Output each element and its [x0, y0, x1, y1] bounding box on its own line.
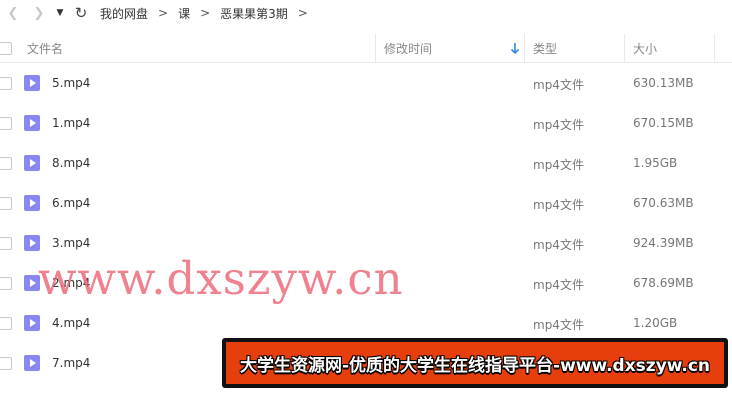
file-type: mp4文件 [533, 278, 584, 292]
row-checkbox[interactable] [0, 317, 12, 330]
column-header-modified[interactable]: 修改时间 [375, 34, 524, 62]
breadcrumb-item-course[interactable]: 课 [178, 5, 190, 22]
column-header-type[interactable]: 类型 [524, 34, 625, 62]
file-list: 5.mp4 mp4文件 630.13MB 1.mp4 mp4文件 670.15MB 8.mp… [0, 63, 732, 383]
chevron-left-icon[interactable]: ❮ [0, 0, 26, 26]
row-checkbox[interactable] [0, 117, 12, 130]
breadcrumb-separator: > [297, 6, 308, 20]
file-type: mp4文件 [533, 198, 584, 212]
breadcrumb-item-my-disk[interactable]: 我的网盘 [100, 5, 148, 22]
file-size: 670.63MB [633, 196, 694, 210]
file-size: 1.95GB [633, 156, 678, 170]
file-type: mp4文件 [533, 238, 584, 252]
breadcrumb: 我的网盘 > 课 > 恶果果第3期 > [100, 5, 318, 22]
file-name[interactable]: 7.mp4 [52, 356, 90, 370]
row-checkbox[interactable] [0, 197, 12, 210]
breadcrumb-item-current-folder[interactable]: 恶果果第3期 [220, 5, 288, 22]
caret-down-icon[interactable]: ▼ [52, 0, 68, 26]
column-header-name[interactable]: 文件名 [27, 34, 63, 62]
video-file-icon [24, 355, 40, 371]
file-type: mp4文件 [533, 118, 584, 132]
video-file-icon [24, 235, 40, 251]
column-header-size[interactable]: 大小 [624, 34, 715, 62]
file-type: mp4文件 [533, 78, 584, 92]
file-type: mp4文件 [533, 158, 584, 172]
select-all-checkbox[interactable] [0, 42, 12, 55]
toolbar: ❮ ❯ ▼ ↻ 我的网盘 > 课 > 恶果果第3期 > [0, 0, 732, 26]
video-file-icon [24, 75, 40, 91]
watermark-text: www.dxszyw.cn [38, 252, 404, 305]
file-name[interactable]: 3.mp4 [52, 236, 90, 250]
file-size: 630.13MB [633, 76, 694, 90]
file-size: 670.15MB [633, 116, 694, 130]
table-row[interactable]: 6.mp4 mp4文件 670.63MB [0, 183, 732, 223]
breadcrumb-separator: > [200, 6, 211, 20]
file-size: 1.20GB [633, 316, 678, 330]
file-name[interactable]: 1.mp4 [52, 116, 90, 130]
file-type: mp4文件 [533, 318, 584, 332]
video-file-icon [24, 115, 40, 131]
table-header: 文件名 修改时间 类型 大小 [0, 34, 732, 63]
video-file-icon [24, 155, 40, 171]
breadcrumb-separator: > [158, 6, 169, 20]
file-size: 924.39MB [633, 236, 694, 250]
refresh-icon[interactable]: ↻ [68, 0, 94, 26]
row-checkbox[interactable] [0, 157, 12, 170]
file-size: 678.69MB [633, 276, 694, 290]
promo-banner: 大学生资源网-优质的大学生在线指导平台-www.dxszyw.cn [222, 338, 728, 388]
file-name[interactable]: 8.mp4 [52, 156, 90, 170]
sort-down-arrow-icon[interactable] [510, 41, 520, 55]
table-row[interactable]: 8.mp4 mp4文件 1.95GB [0, 143, 732, 183]
chevron-right-icon[interactable]: ❯ [26, 0, 52, 26]
row-checkbox[interactable] [0, 237, 12, 250]
video-file-icon [24, 195, 40, 211]
row-checkbox[interactable] [0, 77, 12, 90]
row-checkbox[interactable] [0, 357, 12, 370]
row-checkbox[interactable] [0, 277, 12, 290]
table-row[interactable]: 1.mp4 mp4文件 670.15MB [0, 103, 732, 143]
column-divider [714, 34, 716, 62]
file-name[interactable]: 6.mp4 [52, 196, 90, 210]
file-name[interactable]: 5.mp4 [52, 76, 90, 90]
promo-banner-text: 大学生资源网-优质的大学生在线指导平台-www.dxszyw.cn [239, 355, 711, 376]
table-row[interactable]: 4.mp4 mp4文件 1.20GB [0, 303, 732, 343]
file-name[interactable]: 4.mp4 [52, 316, 90, 330]
table-row[interactable]: 5.mp4 mp4文件 630.13MB [0, 63, 732, 103]
video-file-icon [24, 315, 40, 331]
